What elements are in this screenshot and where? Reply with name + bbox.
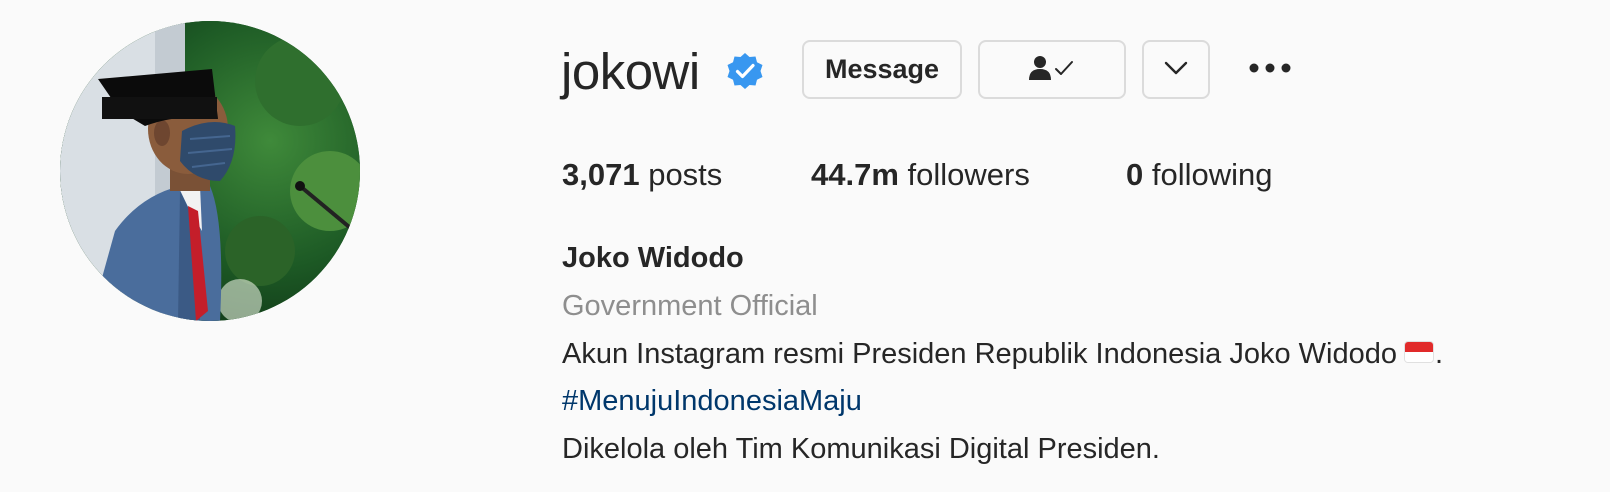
profile-category: Government Official [562, 290, 818, 322]
profile-avatar[interactable] [60, 21, 360, 321]
following-number: 0 [1126, 157, 1144, 192]
posts-number: 3,071 [562, 157, 640, 192]
chevron-down-icon [1163, 60, 1189, 79]
avatar-image [60, 21, 360, 321]
following-button[interactable] [978, 40, 1126, 99]
following-link[interactable]: 0 following [1126, 155, 1273, 195]
following-label: following [1151, 157, 1273, 192]
more-options-icon [1248, 61, 1292, 79]
posts-count: 3,071 posts [562, 155, 722, 195]
more-options-button[interactable] [1245, 55, 1295, 85]
posts-label: posts [648, 157, 723, 192]
message-button[interactable]: Message [802, 40, 962, 99]
bio-text: Akun Instagram resmi Presiden Republik I… [562, 338, 1397, 370]
bio-management-note: Dikelola oleh Tim Komunikasi Digital Pre… [562, 433, 1160, 465]
verified-badge-icon [725, 51, 765, 91]
followers-link[interactable]: 44.7m followers [811, 155, 1030, 195]
followers-label: followers [907, 157, 1030, 192]
person-check-icon [1026, 53, 1078, 86]
bio-text-line: Akun Instagram resmi Presiden Republik I… [562, 334, 1443, 374]
suggested-accounts-dropdown-button[interactable] [1142, 40, 1210, 99]
indonesia-flag-icon [1404, 342, 1433, 363]
username: jokowi [561, 43, 700, 100]
full-name: Joko Widodo [562, 242, 744, 274]
followers-number: 44.7m [811, 157, 899, 192]
bio-hashtag-link[interactable]: #MenujuIndonesiaMaju [562, 381, 862, 421]
bio-text-end: . [1434, 338, 1444, 370]
